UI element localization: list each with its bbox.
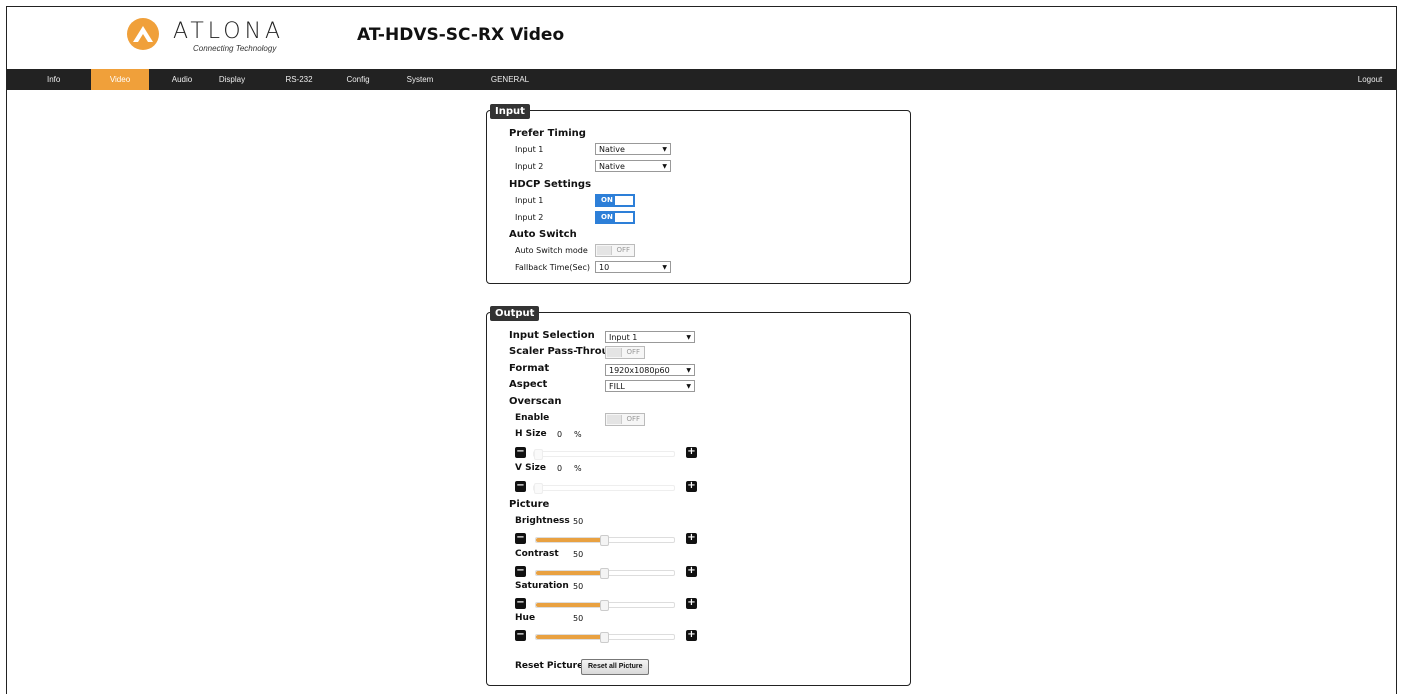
saturation-value: 50	[573, 582, 584, 591]
format-label: Format	[509, 363, 550, 374]
hdcp-heading: HDCP Settings	[509, 179, 592, 190]
input-selection-label: Input Selection	[509, 330, 595, 341]
tab-display[interactable]: Display	[212, 69, 252, 90]
v-size-value: 0	[557, 464, 563, 473]
contrast-slider[interactable]	[535, 568, 675, 579]
slider-handle[interactable]	[534, 483, 543, 494]
chevron-down-icon: ▼	[662, 264, 667, 271]
page-frame: ATLONA Connecting Technology AT-HDVS-SC-…	[6, 6, 1397, 694]
v-size-increase-button[interactable]: +	[686, 481, 697, 492]
h-size-decrease-button[interactable]: −	[515, 447, 526, 458]
v-size-label: V Size	[515, 463, 547, 473]
header: ATLONA Connecting Technology AT-HDVS-SC-…	[7, 7, 1396, 69]
overscan-heading: Overscan	[509, 396, 562, 407]
atlona-logo: ATLONA Connecting Technology	[125, 17, 305, 57]
brightness-value: 50	[573, 517, 584, 526]
auto-switch-heading: Auto Switch	[509, 229, 577, 240]
slider-handle[interactable]	[600, 568, 609, 579]
contrast-decrease-button[interactable]: −	[515, 566, 526, 577]
chevron-down-icon: ▼	[686, 334, 691, 341]
hue-increase-button[interactable]: +	[686, 630, 697, 641]
contrast-label: Contrast	[515, 549, 559, 559]
contrast-increase-button[interactable]: +	[686, 566, 697, 577]
v-size-slider[interactable]	[533, 483, 675, 494]
tab-system[interactable]: System	[401, 69, 439, 90]
input-panel-legend: Input	[490, 104, 530, 119]
hue-decrease-button[interactable]: −	[515, 630, 526, 641]
aspect-label: Aspect	[509, 379, 548, 390]
chevron-down-icon: ▼	[662, 146, 667, 153]
saturation-label: Saturation	[515, 581, 569, 591]
slider-handle[interactable]	[600, 632, 609, 643]
hue-label: Hue	[515, 613, 536, 623]
fallback-time-select[interactable]: 10 ▼	[595, 261, 671, 273]
saturation-slider[interactable]	[535, 600, 675, 611]
prefer-timing-input2-select[interactable]: Native ▼	[595, 160, 671, 172]
tab-general[interactable]: GENERAL	[485, 69, 535, 90]
h-size-increase-button[interactable]: +	[686, 447, 697, 458]
slider-handle[interactable]	[600, 535, 609, 546]
prefer-timing-heading: Prefer Timing	[509, 128, 586, 139]
output-panel: Output Input Selection Input 1 ▼ Scaler P…	[486, 306, 911, 686]
tab-video[interactable]: Video	[91, 69, 149, 90]
saturation-increase-button[interactable]: +	[686, 598, 697, 609]
reset-pictures-label: Reset Pictures	[515, 661, 589, 671]
scaler-pass-through-toggle[interactable]: OFF	[605, 346, 645, 359]
hdcp-input1-label: Input 1	[515, 196, 544, 205]
brightness-increase-button[interactable]: +	[686, 533, 697, 544]
chevron-down-icon: ▼	[686, 367, 691, 374]
aspect-select[interactable]: FILL ▼	[605, 380, 695, 392]
h-size-unit: %	[574, 430, 582, 439]
hue-slider[interactable]	[535, 632, 675, 643]
auto-switch-mode-label: Auto Switch mode	[515, 246, 588, 255]
tab-info[interactable]: Info	[47, 69, 60, 90]
nav-bar: Info Video Audio Display RS-232 Config S…	[7, 69, 1396, 90]
overscan-enable-label: Enable	[515, 413, 550, 423]
reset-all-picture-button[interactable]: Reset all Picture	[581, 659, 650, 675]
overscan-enable-toggle[interactable]: OFF	[605, 413, 645, 426]
input-selection-select[interactable]: Input 1 ▼	[605, 331, 695, 343]
input-panel: Input Prefer Timing Input 1 Native ▼ Inpu…	[486, 104, 911, 284]
fallback-time-label: Fallback Time(Sec)	[515, 263, 590, 272]
hdcp-input1-toggle[interactable]: ON	[595, 194, 635, 207]
h-size-slider[interactable]	[533, 449, 675, 460]
h-size-value: 0	[557, 430, 563, 439]
brightness-slider[interactable]	[535, 535, 675, 546]
output-panel-legend: Output	[490, 306, 540, 321]
page-title: AT-HDVS-SC-RX Video	[357, 25, 565, 45]
contrast-value: 50	[573, 550, 584, 559]
saturation-decrease-button[interactable]: −	[515, 598, 526, 609]
prefer-timing-input1-label: Input 1	[515, 145, 544, 154]
v-size-unit: %	[574, 464, 582, 473]
atlona-logo-icon	[127, 18, 159, 50]
v-size-decrease-button[interactable]: −	[515, 481, 526, 492]
h-size-label: H Size	[515, 429, 547, 439]
logout-link[interactable]: Logout	[1353, 69, 1387, 90]
logo-text: ATLONA	[173, 19, 285, 44]
chevron-down-icon: ▼	[662, 163, 667, 170]
format-select[interactable]: 1920x1080p60 ▼	[605, 364, 695, 376]
logo-tagline: Connecting Technology	[193, 44, 277, 53]
auto-switch-mode-toggle[interactable]: OFF	[595, 244, 635, 257]
slider-handle[interactable]	[534, 449, 543, 460]
hdcp-input2-toggle[interactable]: ON	[595, 211, 635, 224]
picture-heading: Picture	[509, 499, 550, 510]
prefer-timing-input2-label: Input 2	[515, 162, 544, 171]
slider-handle[interactable]	[600, 600, 609, 611]
brightness-decrease-button[interactable]: −	[515, 533, 526, 544]
tab-rs232[interactable]: RS-232	[281, 69, 317, 90]
brightness-label: Brightness	[515, 516, 570, 526]
prefer-timing-input1-select[interactable]: Native ▼	[595, 143, 671, 155]
hue-value: 50	[573, 614, 584, 623]
hdcp-input2-label: Input 2	[515, 213, 544, 222]
tab-audio[interactable]: Audio	[165, 69, 199, 90]
chevron-down-icon: ▼	[686, 383, 691, 390]
tab-config[interactable]: Config	[341, 69, 375, 90]
